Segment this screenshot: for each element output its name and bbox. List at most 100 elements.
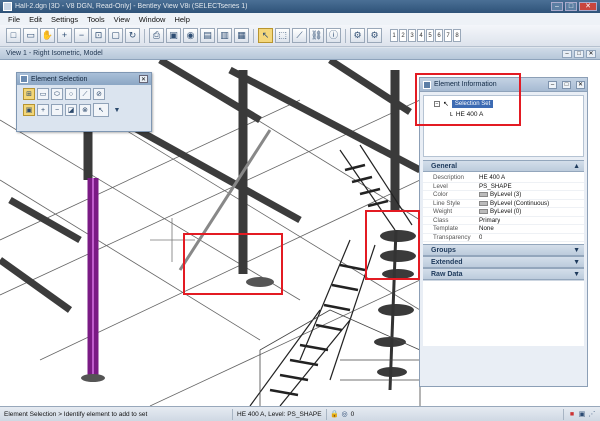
rotate-icon[interactable]: ↻ [125, 28, 140, 43]
element-selection-dialog: Element Selection ✕ ⊞ ▭ ⬭ ○ ⟋ ⊘ ▣ + − ◪ … [16, 72, 152, 132]
link-icon[interactable]: ⛓ [309, 28, 324, 43]
level-button[interactable]: 1 [390, 29, 398, 42]
zoom-in-icon[interactable]: + [57, 28, 72, 43]
chevron-down-icon: ▼ [573, 246, 580, 254]
level-button[interactable]: 2 [399, 29, 407, 42]
highlight-info-panel [415, 73, 521, 126]
fence-mode-icon[interactable]: ⊘ [93, 88, 105, 100]
render-icon[interactable]: ▦ [234, 28, 249, 43]
options-icon[interactable]: ⚙ [367, 28, 382, 43]
chevron-down-icon: ▼ [573, 258, 580, 266]
chevron-down-icon: ▼ [573, 270, 580, 278]
level-button[interactable]: 7 [444, 29, 452, 42]
window-area-icon[interactable]: ▢ [108, 28, 123, 43]
level-button[interactable]: 4 [417, 29, 425, 42]
invert-selection-icon[interactable]: ◪ [65, 104, 77, 116]
section-groups[interactable]: Groups ▼ [423, 244, 584, 256]
maximize-button[interactable]: □ [565, 2, 577, 11]
window-controls: – □ ✕ [551, 2, 597, 11]
clear-selection-icon[interactable]: ⊗ [79, 104, 91, 116]
section-extended[interactable]: Extended ▼ [423, 256, 584, 268]
menu-edit[interactable]: Edit [29, 15, 42, 24]
measure-icon[interactable]: ⟋ [292, 28, 307, 43]
view-icon[interactable]: ▥ [217, 28, 232, 43]
menu-tools[interactable]: Tools [87, 15, 105, 24]
property-row: Weight ByLevel (0) [423, 208, 584, 217]
individual-mode-icon[interactable]: ⊞ [23, 88, 35, 100]
close-icon[interactable]: ✕ [139, 75, 148, 83]
select-icon[interactable]: ⬚ [275, 28, 290, 43]
fit-icon[interactable]: ⊡ [91, 28, 106, 43]
line-mode-icon[interactable]: ⟋ [79, 88, 91, 100]
view-maximize-button[interactable]: □ [574, 49, 584, 58]
window-title: Hall-2.dgn [3D - V8 DGN, Read-Only] - Be… [15, 3, 248, 10]
info-icon[interactable]: ⓘ [326, 28, 341, 43]
property-row: Class Primary [423, 217, 584, 225]
menu-view[interactable]: View [114, 15, 130, 24]
add-selection-icon[interactable]: + [37, 104, 49, 116]
menu-bar: File Edit Settings Tools View Window Hel… [0, 13, 600, 25]
line-style-swatch-icon [479, 200, 488, 206]
menu-help[interactable]: Help [174, 15, 189, 24]
title-bar: Hall-2.dgn [3D - V8 DGN, Read-Only] - Be… [0, 0, 600, 13]
view-title: View 1 - Right Isometric, Model [6, 50, 103, 57]
hand-icon[interactable]: ✋ [40, 28, 55, 43]
snap-icon[interactable]: ◎ [341, 410, 349, 418]
close-button[interactable]: ✕ [579, 2, 597, 11]
level-button[interactable]: 5 [426, 29, 434, 42]
new-icon[interactable]: □ [6, 28, 21, 43]
block-mode-icon[interactable]: ▭ [37, 88, 49, 100]
view-minimize-button[interactable]: – [562, 49, 572, 58]
section-general[interactable]: General ▲ [423, 160, 584, 172]
section-raw-data[interactable]: Raw Data ▼ [423, 268, 584, 280]
new-selection-icon[interactable]: ▣ [23, 104, 35, 116]
property-row: Transparency 0 [423, 234, 584, 242]
shape-mode-icon[interactable]: ⬭ [51, 88, 63, 100]
subtract-selection-icon[interactable]: − [51, 104, 63, 116]
select-arrow-icon[interactable]: ↖ [258, 28, 273, 43]
display-icon[interactable]: ▤ [200, 28, 215, 43]
weight-swatch-icon [479, 209, 488, 215]
view-window-header: View 1 - Right Isometric, Model – □ ✕ [0, 48, 600, 60]
menu-file[interactable]: File [8, 15, 20, 24]
close-icon[interactable]: ✕ [576, 80, 585, 89]
dropdown-arrow-icon[interactable]: ▼ [111, 104, 123, 116]
color-swatch-icon [479, 192, 488, 198]
status-message: Element Selection > Identify element to … [4, 410, 148, 418]
property-row: Description HE 400 A [423, 174, 584, 183]
level-button[interactable]: 6 [435, 29, 443, 42]
restore-icon[interactable]: □ [562, 80, 571, 89]
status-element: HE 400 A, Level: PS_SHAPE [232, 408, 326, 420]
minimize-button[interactable]: – [551, 2, 563, 11]
menu-window[interactable]: Window [139, 15, 166, 24]
property-row: Line Style ByLevel (Continuous) [423, 200, 584, 208]
highlight-staircase [365, 210, 420, 280]
settings-icon[interactable]: ⚙ [350, 28, 365, 43]
print-icon[interactable]: ⎙ [149, 28, 164, 43]
level-toggle-group: 1 2 3 4 5 6 7 8 [390, 29, 461, 42]
minimize-icon[interactable]: – [548, 80, 557, 89]
save-icon[interactable]: ▣ [166, 28, 181, 43]
pointer-icon[interactable]: ↖ [93, 103, 109, 117]
status-bar: Element Selection > Identify element to … [0, 406, 600, 421]
open-icon[interactable]: ▭ [23, 28, 38, 43]
level-button[interactable]: 8 [453, 29, 461, 42]
circle-mode-icon[interactable]: ○ [65, 88, 77, 100]
menu-settings[interactable]: Settings [51, 15, 78, 24]
level-button[interactable]: 3 [408, 29, 416, 42]
highlight-base-plate [183, 233, 283, 295]
selection-count: 0 [350, 410, 355, 418]
view-close-button[interactable]: ✕ [586, 49, 596, 58]
zoom-out-icon[interactable]: − [74, 28, 89, 43]
chevron-up-icon: ▲ [573, 162, 580, 170]
lock-icon[interactable]: 🔒 [330, 410, 339, 418]
property-row: Color ByLevel (3) [423, 191, 584, 200]
message-icon[interactable]: ▣ [578, 410, 586, 418]
grip-icon: ⋰ [588, 411, 596, 418]
element-selection-title: Element Selection [31, 75, 88, 83]
reference-icon[interactable]: ◉ [183, 28, 198, 43]
element-selection-header[interactable]: Element Selection ✕ [17, 73, 151, 85]
warning-icon[interactable]: ■ [568, 410, 576, 418]
property-row: Template None [423, 225, 584, 234]
app-icon [3, 2, 12, 11]
